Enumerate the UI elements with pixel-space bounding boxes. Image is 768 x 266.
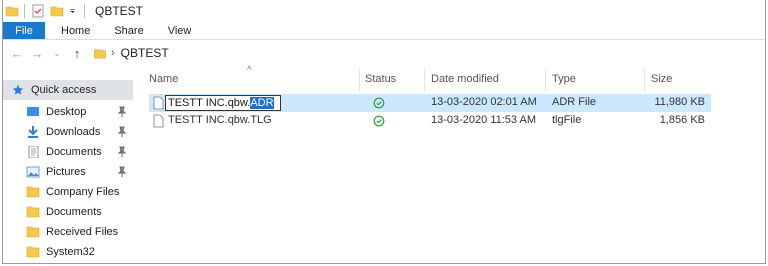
tab-home[interactable]: Home: [45, 22, 102, 39]
file-icon: [153, 114, 164, 128]
folder-icon: [26, 186, 40, 198]
window-title: QBTEST: [95, 4, 144, 18]
file-size: 11,980 KB: [654, 96, 705, 108]
pin-icon[interactable]: [117, 126, 127, 138]
sidebar-item-label: Received Files: [46, 226, 119, 238]
sort-ascending-icon: ^: [247, 65, 252, 76]
file-type: ADR File: [552, 96, 597, 108]
sidebar-item-downloads[interactable]: Downloads: [3, 122, 133, 142]
divider: [84, 4, 85, 18]
sidebar-item-label: Downloads: [46, 126, 101, 138]
column-header-date-modified[interactable]: Date modified: [431, 73, 499, 85]
folder-icon: [26, 206, 40, 218]
file-size: 1,856 KB: [659, 114, 705, 126]
table-row[interactable]: TESTT INC.qbw.TLG 13-03-2020 11:53 AM tl…: [149, 112, 711, 130]
forward-arrow-icon[interactable]: →: [27, 46, 47, 61]
column-header-name[interactable]: Name: [149, 73, 178, 85]
pin-icon[interactable]: [117, 166, 127, 178]
sidebar-item-label: Documents: [46, 146, 102, 158]
sidebar-item-documents[interactable]: Documents: [3, 142, 133, 162]
divider: [24, 4, 25, 18]
pin-icon[interactable]: [117, 106, 127, 118]
sidebar-item-pictures[interactable]: Pictures: [3, 162, 133, 182]
sidebar-item-company-files[interactable]: Company Files: [3, 182, 133, 202]
breadcrumb-chevron-icon[interactable]: ›: [111, 47, 115, 59]
sidebar-item-label: Pictures: [46, 166, 86, 178]
divider: [545, 68, 546, 92]
breadcrumb[interactable]: QBTEST: [121, 46, 169, 60]
sidebar-item-quick-access[interactable]: Quick access: [3, 80, 133, 100]
folder-icon: [94, 49, 106, 58]
folder-icon: [5, 6, 19, 17]
star-icon: [12, 84, 24, 95]
divider: [359, 68, 360, 92]
back-arrow-icon[interactable]: ←: [7, 46, 27, 61]
tab-file[interactable]: File: [3, 22, 45, 39]
file-date-modified: 13-03-2020 02:01 AM: [431, 96, 537, 108]
desktop-icon: [27, 107, 39, 116]
rename-input[interactable]: TESTT INC.qbw. ADR: [165, 95, 281, 111]
sidebar-item-received-files[interactable]: Received Files: [3, 222, 133, 242]
explorer-window: QBTEST File Home Share View ← → ⌄ ↑ › QB…: [2, 0, 766, 264]
column-header-size[interactable]: Size: [651, 73, 672, 85]
recent-locations-chevron-icon[interactable]: ⌄: [47, 48, 67, 59]
sync-ok-icon: [373, 97, 385, 109]
sidebar-item-desktop[interactable]: Desktop: [3, 102, 133, 122]
customize-toolbar-icon[interactable]: [69, 4, 79, 18]
address-bar[interactable]: › QBTEST: [93, 43, 169, 63]
sidebar-item-label: Company Files: [46, 186, 120, 198]
file-name: TESTT INC.qbw.TLG: [168, 114, 272, 126]
folder-icon: [26, 246, 40, 258]
navigation-pane: Quick access Desktop Downloads Documents: [3, 80, 133, 264]
folder-icon: [26, 226, 40, 238]
download-icon: [28, 126, 38, 138]
pictures-icon: [26, 166, 40, 178]
file-name-base: TESTT INC.qbw.: [168, 97, 251, 109]
file-name-extension-selected: ADR: [250, 97, 274, 109]
title-bar: QBTEST: [3, 0, 765, 22]
file-type: tlgFile: [552, 114, 582, 126]
new-folder-icon[interactable]: [50, 4, 64, 18]
file-list: ^ Name Status Date modified Type Size TE…: [141, 64, 761, 264]
table-row[interactable]: TESTT INC.qbw. ADR 13-03-2020 02:01 AM AD…: [149, 94, 711, 112]
divider: [644, 68, 645, 92]
pin-icon[interactable]: [117, 146, 127, 158]
file-date-modified: 13-03-2020 11:53 AM: [431, 114, 536, 126]
navigation-bar: ← → ⌄ ↑ › QBTEST: [3, 40, 765, 66]
up-arrow-icon[interactable]: ↑: [67, 46, 87, 61]
sidebar-item-label: System32: [46, 246, 95, 258]
tab-share[interactable]: Share: [102, 22, 155, 39]
divider: [424, 68, 425, 92]
file-icon: [153, 96, 164, 110]
ribbon-tabs: File Home Share View: [3, 22, 765, 39]
sidebar-item-system32[interactable]: System32: [3, 242, 133, 262]
documents-icon: [28, 146, 39, 158]
sidebar-item-label: Documents: [46, 206, 102, 218]
column-header-type[interactable]: Type: [552, 73, 576, 85]
tab-view[interactable]: View: [156, 22, 204, 39]
sidebar-item-documents-folder[interactable]: Documents: [3, 202, 133, 222]
sidebar-item-label: Desktop: [46, 106, 87, 118]
sync-ok-icon: [373, 115, 385, 127]
column-header-status[interactable]: Status: [365, 73, 396, 85]
properties-icon[interactable]: [31, 4, 45, 18]
sidebar-item-label: Quick access: [31, 84, 97, 96]
